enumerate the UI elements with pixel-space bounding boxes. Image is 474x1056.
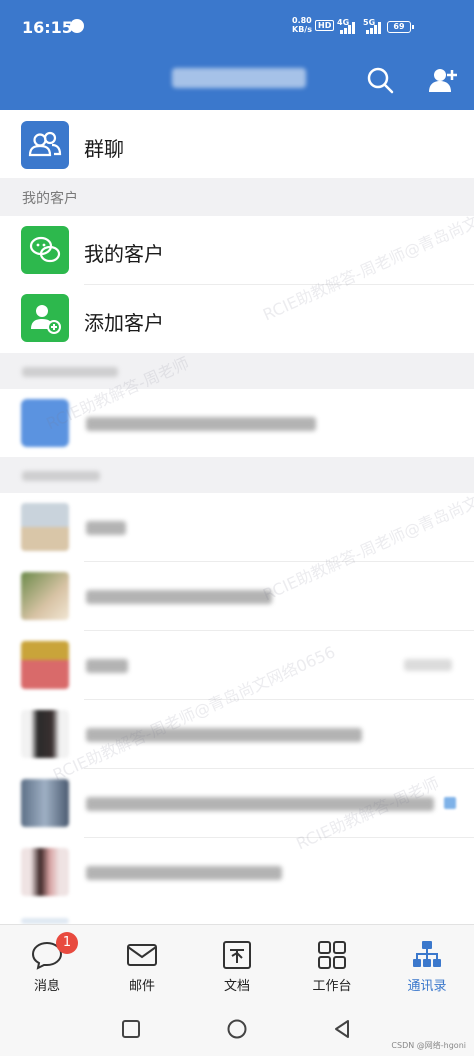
contact-row[interactable] [0, 769, 474, 837]
tab-label: 邮件 [128, 979, 155, 994]
group-chat-label: 群聊 [84, 137, 124, 161]
search-icon[interactable] [366, 66, 394, 94]
tab-label: 通讯录 [407, 979, 447, 994]
document-icon [223, 941, 251, 969]
tab-mail[interactable]: 邮件 [95, 925, 189, 1001]
contact-row[interactable] [0, 700, 474, 768]
top-bar: 16:15 0.80 KB/s HD 4G 5G 69 [0, 0, 474, 110]
contact-row[interactable] [0, 493, 474, 561]
section-blurred-2 [0, 457, 474, 493]
avatar [21, 779, 69, 827]
contact-row[interactable] [0, 562, 474, 630]
tab-label: 消息 [33, 979, 60, 994]
credit-text: CSDN @网络-hgoni [391, 1041, 466, 1050]
avatar [21, 641, 69, 689]
tab-label: 工作台 [312, 979, 352, 994]
battery-icon: 69 [387, 21, 414, 33]
net-speed: 0.80 KB/s [292, 16, 312, 34]
status-time: 16:15 [22, 18, 73, 37]
add-contact-icon[interactable] [428, 66, 458, 94]
contact-name-blurred [86, 797, 434, 811]
group-chat-row[interactable]: 群聊 [0, 110, 474, 178]
tab-messages[interactable]: 1 消息 [0, 925, 94, 1001]
organization-name-blurred [86, 417, 316, 431]
contact-name-blurred [86, 728, 362, 742]
contact-name-blurred [86, 590, 272, 604]
group-chat-icon [21, 121, 69, 169]
contact-row[interactable] [0, 631, 474, 699]
add-customer-icon [21, 294, 69, 342]
recent-apps-icon[interactable] [121, 1019, 141, 1039]
avatar [21, 848, 69, 896]
my-customers-row[interactable]: 我的客户 [0, 216, 474, 284]
contacts-icon [413, 941, 441, 967]
contact-tag-blurred [404, 659, 452, 671]
back-icon[interactable] [332, 1018, 352, 1040]
tab-workbench[interactable]: 工作台 [285, 925, 379, 1001]
home-icon[interactable] [226, 1018, 248, 1040]
my-customers-label: 我的客户 [84, 242, 164, 266]
contact-row-partial [0, 906, 474, 924]
status-bar: 16:15 0.80 KB/s HD 4G 5G 69 [0, 0, 474, 52]
bottom-navigation: 1 消息 邮件 文档 工作台 通讯录 [0, 924, 474, 1000]
tab-label: 文档 [223, 979, 250, 994]
header-title-blurred [172, 68, 306, 88]
contact-row[interactable] [0, 838, 474, 906]
signal-5g-icon [366, 22, 384, 34]
organization-row[interactable] [0, 389, 474, 457]
signal-4g-icon [340, 22, 358, 34]
tab-documents[interactable]: 文档 [190, 925, 284, 1001]
contact-tag-icon [444, 797, 456, 809]
mail-icon [127, 944, 157, 966]
avatar [21, 572, 69, 620]
contact-name-blurred [86, 866, 282, 880]
workbench-icon [318, 941, 346, 969]
avatar [21, 710, 69, 758]
avatar [21, 503, 69, 551]
organization-icon [21, 399, 69, 447]
wechat-icon [21, 226, 69, 274]
contact-name-blurred [86, 659, 128, 673]
contact-name-blurred [86, 521, 126, 535]
section-my-customers: 我的客户 [0, 178, 474, 216]
add-customer-label: 添加客户 [84, 311, 164, 335]
add-customer-row[interactable]: 添加客户 [0, 285, 474, 353]
hd-badge: HD [315, 20, 335, 31]
unread-badge: 1 [56, 932, 78, 954]
section-blurred-1 [0, 353, 474, 389]
notification-icon [70, 19, 84, 33]
tab-contacts[interactable]: 通讯录 [380, 925, 474, 1001]
